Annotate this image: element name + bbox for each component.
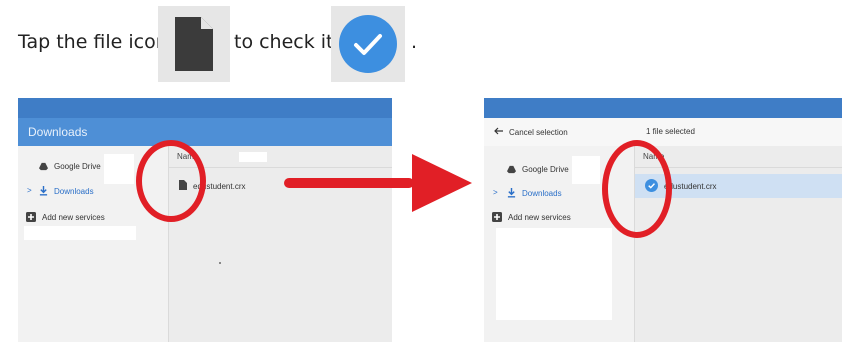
sidebar-item-label: Downloads (54, 186, 94, 196)
redacted-area (572, 156, 600, 184)
sidebar-item-label: Add new services (508, 212, 571, 222)
file-icon (175, 17, 213, 71)
download-icon (38, 186, 48, 196)
cursor-dot (219, 262, 221, 264)
sidebar-item-downloads[interactable]: Downloads (506, 188, 562, 198)
window-title: Downloads (28, 125, 88, 139)
google-drive-icon (38, 161, 48, 171)
sidebar-item-label: Google Drive (522, 164, 569, 174)
chevron-right-icon: > (493, 188, 498, 197)
sidebar-item-label: Google Drive (54, 161, 101, 171)
highlight-circle (602, 140, 672, 238)
instruction-text-3: . (411, 31, 418, 53)
files-app-before: Downloads Google Drive > Downloads Add n… (18, 98, 392, 342)
download-icon (506, 188, 516, 198)
redacted-area (496, 228, 612, 320)
window-top-bar (18, 98, 392, 118)
cancel-selection-button[interactable]: Cancel selection (494, 127, 568, 137)
files-app-after: Cancel selection 1 file selected Google … (484, 98, 842, 342)
sidebar-item-label: Downloads (522, 188, 562, 198)
selection-count: 1 file selected (646, 127, 695, 136)
instruction-text-1: Tap the file icon (18, 31, 168, 53)
chevron-right-icon: > (27, 186, 32, 195)
check-icon-example (331, 6, 405, 82)
add-box-icon (492, 212, 502, 222)
instruction-banner: Tap the file icon to check it . (0, 0, 842, 86)
file-icon-example (158, 6, 230, 82)
checkmark-icon (339, 15, 397, 73)
sidebar-item-add-new-services[interactable]: Add new services (492, 212, 571, 222)
window-top-bar (484, 98, 842, 118)
sidebar-item-google-drive[interactable]: Google Drive (38, 161, 101, 171)
redacted-area (239, 152, 267, 162)
sidebar-item-downloads[interactable]: Downloads (38, 186, 94, 196)
redacted-area (104, 154, 134, 184)
sidebar-item-add-new-services[interactable]: Add new services (26, 212, 105, 222)
arrow-right-icon (284, 154, 472, 212)
selection-bar: Cancel selection 1 file selected (484, 118, 842, 147)
redacted-area (24, 226, 136, 240)
back-arrow-icon (494, 127, 503, 137)
sidebar-item-google-drive[interactable]: Google Drive (506, 164, 569, 174)
instruction-text-2: to check it (234, 31, 334, 53)
sidebar-item-label: Add new services (42, 212, 105, 222)
highlight-circle (136, 140, 206, 222)
add-box-icon (26, 212, 36, 222)
google-drive-icon (506, 164, 516, 174)
title-bar: Downloads (18, 118, 392, 146)
